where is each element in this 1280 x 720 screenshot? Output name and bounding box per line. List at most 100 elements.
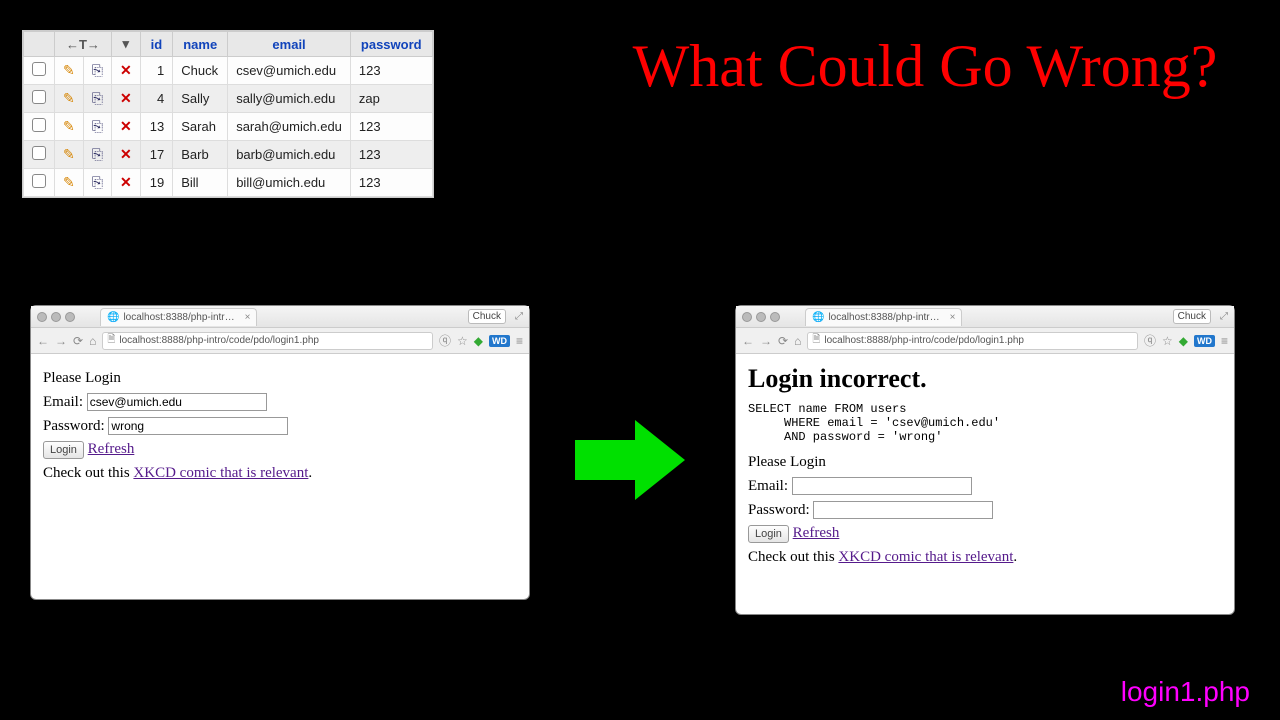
- address-text: localhost:8888/php-intro/code/pdo/login1…: [119, 335, 319, 346]
- refresh-link[interactable]: Refresh: [793, 525, 840, 541]
- th-name[interactable]: name: [173, 32, 228, 57]
- tab-close-icon[interactable]: ×: [245, 312, 251, 323]
- password-label: Password:: [43, 418, 105, 434]
- xkcd-link[interactable]: XKCD comic that is relevant: [133, 465, 308, 481]
- edit-icon[interactable]: ✎: [63, 146, 75, 162]
- login-button[interactable]: Login: [748, 525, 789, 543]
- user-button[interactable]: Chuck: [1173, 309, 1211, 324]
- row-checkbox[interactable]: [32, 62, 46, 76]
- delete-icon[interactable]: ✕: [120, 62, 132, 78]
- cell-email: csev@umich.edu: [228, 57, 351, 85]
- db-table: ←T→ ▾ id name email password ✎ ⎘ ✕ 1 Chu…: [23, 31, 433, 197]
- tab-close-icon[interactable]: ×: [950, 312, 956, 323]
- globe-icon: 🌐: [812, 312, 824, 323]
- address-bar[interactable]: 🗎 localhost:8888/php-intro/code/pdo/logi…: [102, 332, 433, 350]
- edit-icon[interactable]: ✎: [63, 62, 75, 78]
- cell-password: 123: [350, 169, 432, 197]
- window-min-icon[interactable]: [756, 312, 766, 322]
- xkcd-link[interactable]: XKCD comic that is relevant: [838, 549, 1013, 565]
- cell-email: sally@umich.edu: [228, 85, 351, 113]
- row-checkbox[interactable]: [32, 146, 46, 160]
- delete-icon[interactable]: ✕: [120, 146, 132, 162]
- copy-icon[interactable]: ⎘: [92, 62, 103, 78]
- tab-title: localhost:8388/php-intr…: [828, 312, 939, 323]
- back-icon[interactable]: ←: [37, 334, 49, 348]
- password-input[interactable]: [813, 501, 993, 519]
- user-button[interactable]: Chuck: [468, 309, 506, 324]
- ext2-icon[interactable]: WD: [489, 335, 510, 347]
- zoom-icon[interactable]: ⓠ: [439, 332, 451, 349]
- window-close-icon[interactable]: [742, 312, 752, 322]
- address-text: localhost:8888/php-intro/code/pdo/login1…: [824, 335, 1024, 346]
- back-icon[interactable]: ←: [742, 334, 754, 348]
- window-max-icon[interactable]: [770, 312, 780, 322]
- browser-right: 🌐 localhost:8388/php-intr… × Chuck ⤢ ← →…: [735, 305, 1235, 615]
- table-row: ✎ ⎘ ✕ 13 Sarah sarah@umich.edu 123: [24, 113, 433, 141]
- menu-icon[interactable]: ≡: [516, 334, 523, 348]
- page-icon: 🗎: [812, 332, 820, 349]
- copy-icon[interactable]: ⎘: [92, 174, 103, 190]
- cell-name: Sarah: [173, 113, 228, 141]
- delete-icon[interactable]: ✕: [120, 90, 132, 106]
- star-icon[interactable]: ☆: [1162, 334, 1173, 348]
- browser-tab[interactable]: 🌐 localhost:8388/php-intr… ×: [805, 308, 962, 326]
- sql-dump: SELECT name FROM users WHERE email = 'cs…: [748, 402, 1222, 444]
- edit-icon[interactable]: ✎: [63, 90, 75, 106]
- home-icon[interactable]: ⌂: [794, 334, 801, 348]
- row-checkbox[interactable]: [32, 118, 46, 132]
- edit-icon[interactable]: ✎: [63, 118, 75, 134]
- please-login: Please Login: [748, 454, 1222, 471]
- window-close-icon[interactable]: [37, 312, 47, 322]
- db-table-panel: ←T→ ▾ id name email password ✎ ⎘ ✕ 1 Chu…: [22, 30, 434, 198]
- delete-icon[interactable]: ✕: [120, 174, 132, 190]
- forward-icon[interactable]: →: [760, 334, 772, 348]
- reload-icon[interactable]: ⟳: [73, 334, 83, 348]
- ext2-icon[interactable]: WD: [1194, 335, 1215, 347]
- refresh-link[interactable]: Refresh: [88, 441, 135, 457]
- th-sort[interactable]: ←T→: [55, 32, 112, 57]
- cell-password: 123: [350, 113, 432, 141]
- cell-password: 123: [350, 57, 432, 85]
- browser-titlebar: 🌐 localhost:8388/php-intr… × Chuck ⤢: [736, 306, 1234, 328]
- address-bar[interactable]: 🗎 localhost:8888/php-intro/code/pdo/logi…: [807, 332, 1138, 350]
- window-min-icon[interactable]: [51, 312, 61, 322]
- home-icon[interactable]: ⌂: [89, 334, 96, 348]
- browser-toolbar: ← → ⟳ ⌂ 🗎 localhost:8888/php-intro/code/…: [31, 328, 529, 354]
- reload-icon[interactable]: ⟳: [778, 334, 788, 348]
- expand-icon[interactable]: ⤢: [515, 311, 523, 322]
- email-input[interactable]: [792, 477, 972, 495]
- page-body: Please Login Email: Password: Login Refr…: [31, 354, 529, 498]
- ext1-icon[interactable]: ◆: [1179, 334, 1188, 348]
- th-dropdown[interactable]: ▾: [111, 32, 140, 57]
- forward-icon[interactable]: →: [55, 334, 67, 348]
- globe-icon: 🌐: [107, 312, 119, 323]
- footer-prefix: Check out this: [748, 549, 838, 565]
- delete-icon[interactable]: ✕: [120, 118, 132, 134]
- please-login: Please Login: [43, 370, 517, 387]
- password-input[interactable]: [108, 417, 288, 435]
- browser-tab[interactable]: 🌐 localhost:8388/php-intr… ×: [100, 308, 257, 326]
- th-id[interactable]: id: [140, 32, 173, 57]
- zoom-icon[interactable]: ⓠ: [1144, 332, 1156, 349]
- window-max-icon[interactable]: [65, 312, 75, 322]
- password-label: Password:: [748, 502, 810, 518]
- star-icon[interactable]: ☆: [457, 334, 468, 348]
- email-label: Email:: [748, 478, 788, 494]
- email-input[interactable]: [87, 393, 267, 411]
- row-checkbox[interactable]: [32, 174, 46, 188]
- cell-name: Barb: [173, 141, 228, 169]
- ext1-icon[interactable]: ◆: [474, 334, 483, 348]
- row-checkbox[interactable]: [32, 90, 46, 104]
- copy-icon[interactable]: ⎘: [92, 118, 103, 134]
- login-button[interactable]: Login: [43, 441, 84, 459]
- edit-icon[interactable]: ✎: [63, 174, 75, 190]
- copy-icon[interactable]: ⎘: [92, 146, 103, 162]
- copy-icon[interactable]: ⎘: [92, 90, 103, 106]
- th-email[interactable]: email: [228, 32, 351, 57]
- table-row: ✎ ⎘ ✕ 1 Chuck csev@umich.edu 123: [24, 57, 433, 85]
- th-password[interactable]: password: [350, 32, 432, 57]
- expand-icon[interactable]: ⤢: [1220, 311, 1228, 322]
- table-row: ✎ ⎘ ✕ 19 Bill bill@umich.edu 123: [24, 169, 433, 197]
- th-checkbox: [24, 32, 55, 57]
- menu-icon[interactable]: ≡: [1221, 334, 1228, 348]
